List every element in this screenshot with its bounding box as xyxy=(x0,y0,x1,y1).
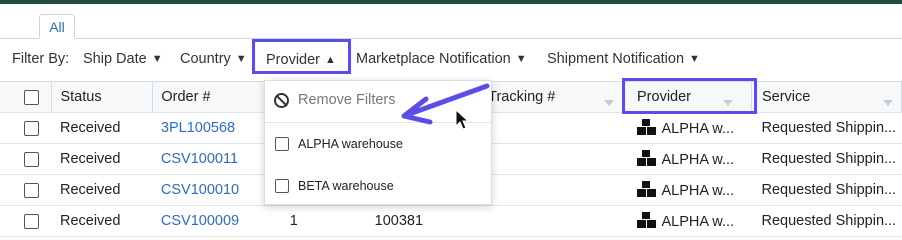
option-label: ALPHA warehouse xyxy=(298,137,403,151)
row-order-link[interactable]: 3PL100568 xyxy=(153,120,282,136)
filter-shipment-notification-label: Shipment Notification xyxy=(547,51,685,67)
filter-provider-label: Provider xyxy=(266,52,320,68)
row-status: Received xyxy=(59,151,121,167)
column-header-status-label: Status xyxy=(60,89,102,105)
row-checkbox[interactable] xyxy=(24,120,39,136)
row-provider-label: ALPHA w... xyxy=(661,183,735,199)
option-checkbox[interactable] xyxy=(275,137,289,151)
select-all-cell xyxy=(0,81,53,113)
tab-strip: All xyxy=(0,4,902,39)
provider-filter-dropdown: Remove Filters ALPHA warehouse BETA ware… xyxy=(264,80,492,205)
row-checkbox[interactable] xyxy=(24,151,39,167)
column-header-service-wrap: Service xyxy=(752,89,901,106)
row-provider: ALPHA w... xyxy=(623,119,752,137)
row-qty: 1 xyxy=(289,213,298,229)
option-checkbox[interactable] xyxy=(275,179,289,193)
remove-filters-label: Remove Filters xyxy=(298,92,396,108)
row-checkbox[interactable] xyxy=(24,213,39,229)
remove-filters-option[interactable]: Remove Filters xyxy=(274,92,396,108)
row-checkbox[interactable] xyxy=(24,182,39,198)
row-service: Requested Shippin... xyxy=(761,151,897,167)
caret-down-icon: ▼ xyxy=(235,53,247,65)
warehouse-boxes-icon xyxy=(636,212,657,228)
tab-all[interactable]: All xyxy=(39,14,75,39)
row-order-link[interactable]: CSV100009 xyxy=(153,213,282,229)
warehouse-boxes-icon xyxy=(636,150,657,166)
row-status: Received xyxy=(59,182,121,198)
row-service: Requested Shippin... xyxy=(761,213,897,229)
sort-caret-icon[interactable] xyxy=(604,100,615,106)
filter-marketplace-notification-label: Marketplace Notification xyxy=(356,51,511,67)
option-beta-warehouse[interactable]: BETA warehouse xyxy=(275,179,394,193)
column-header-order[interactable]: Order # xyxy=(152,81,283,113)
filter-ship-date[interactable]: Ship Date ▼ xyxy=(83,51,163,67)
dropdown-divider xyxy=(265,122,491,123)
filter-country-label: Country xyxy=(180,51,231,67)
sort-caret-icon[interactable] xyxy=(722,100,733,106)
caret-down-icon: ▼ xyxy=(151,53,163,65)
ban-icon xyxy=(274,92,289,108)
caret-down-icon: ▼ xyxy=(515,53,527,65)
filter-bar: Filter By: Ship Date ▼ Country ▼ Provider ▲… xyxy=(0,38,902,80)
filter-provider[interactable]: Provider ▲ xyxy=(252,39,351,74)
filter-marketplace-notification[interactable]: Marketplace Notification ▼ xyxy=(356,51,527,67)
row-status: Received xyxy=(59,213,121,229)
column-header-tracking-label: Tracking # xyxy=(488,89,556,105)
column-header-service[interactable]: Service xyxy=(751,81,902,113)
row-provider-label: ALPHA w... xyxy=(661,121,735,137)
option-alpha-warehouse[interactable]: ALPHA warehouse xyxy=(275,137,403,151)
warehouse-boxes-icon xyxy=(636,181,657,197)
column-header-order-label: Order # xyxy=(161,89,211,105)
row-provider-label: ALPHA w... xyxy=(661,152,735,168)
caret-up-icon: ▲ xyxy=(325,54,336,66)
row-provider: ALPHA w... xyxy=(623,212,752,230)
row-status: Received xyxy=(59,120,121,136)
filter-ship-date-label: Ship Date xyxy=(83,51,147,67)
column-header-provider-wrap: Provider xyxy=(623,89,750,106)
column-header-service-label: Service xyxy=(761,89,811,105)
warehouse-boxes-icon xyxy=(636,119,657,135)
row-provider: ALPHA w... xyxy=(623,150,752,168)
sort-caret-icon[interactable] xyxy=(883,100,893,106)
filter-by-label: Filter By: xyxy=(12,51,70,67)
row-provider-label: ALPHA w... xyxy=(661,214,735,230)
column-header-provider[interactable]: Provider xyxy=(622,81,752,113)
table-row[interactable]: Received CSV100009 1 100381 ALPHA w... R… xyxy=(0,205,902,237)
option-label: BETA warehouse xyxy=(298,179,394,193)
row-service: Requested Shippin... xyxy=(761,182,897,198)
row-order-link[interactable]: CSV100011 xyxy=(153,151,282,167)
filter-country[interactable]: Country ▼ xyxy=(180,51,247,67)
caret-down-icon: ▼ xyxy=(689,53,700,65)
select-all-checkbox[interactable] xyxy=(24,89,39,105)
column-header-provider-label: Provider xyxy=(637,89,692,105)
row-provider: ALPHA w... xyxy=(623,181,752,199)
row-order-link[interactable]: CSV100010 xyxy=(153,182,282,198)
row-ref: 100381 xyxy=(374,213,424,229)
row-service: Requested Shippin... xyxy=(761,120,897,136)
column-header-status[interactable]: Status xyxy=(51,81,154,113)
filter-shipment-notification[interactable]: Shipment Notification ▼ xyxy=(547,51,700,67)
